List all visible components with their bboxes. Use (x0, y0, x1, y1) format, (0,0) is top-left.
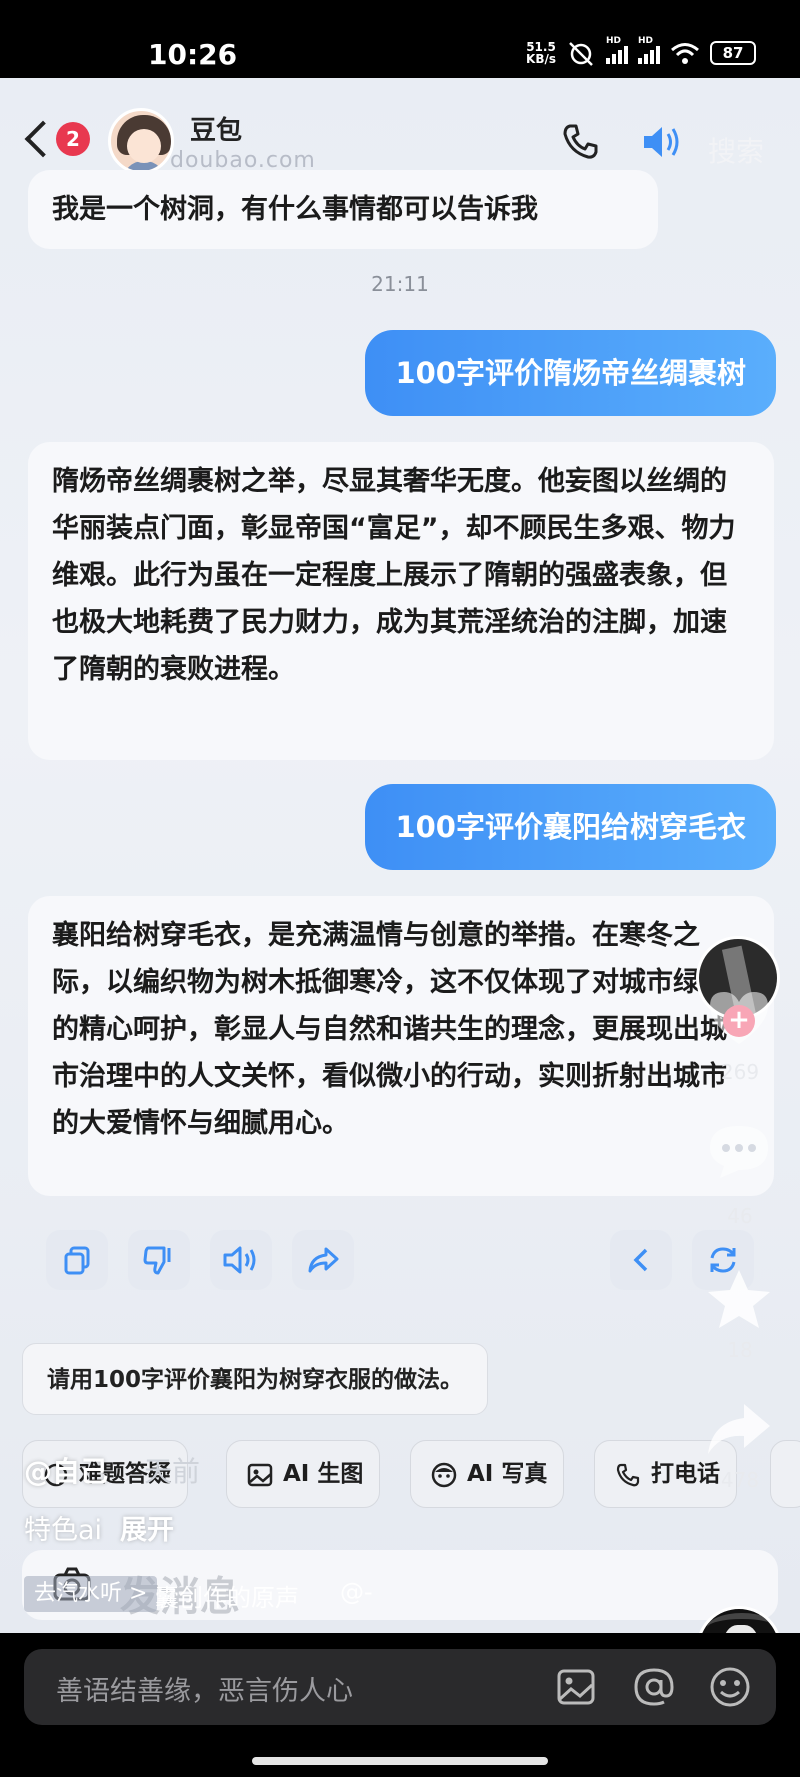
bot-reply-text: 襄阳给树穿毛衣，是充满温情与创意的举措。在寒冬之际，以编织物为树木抵御寒冷，这不… (52, 920, 727, 1139)
wifi-icon (671, 43, 699, 64)
chevron-left-icon (633, 1248, 648, 1272)
user-message-text: 100字评价襄阳给树穿毛衣 (395, 810, 746, 844)
user-message-text: 100字评价隋炀帝丝绸裹树 (395, 356, 746, 390)
image-picker-icon[interactable] (554, 1665, 598, 1709)
music-author: @- (340, 1578, 373, 1606)
comment-bar: 善语结善缘，恶言伤人心 (0, 1633, 800, 1777)
emoji-icon[interactable] (708, 1665, 752, 1709)
read-aloud-button[interactable] (210, 1230, 272, 1290)
bot-reply-2: 襄阳给树穿毛衣，是充满温情与创意的举措。在寒冬之际，以编织物为树木抵御寒冷，这不… (28, 896, 774, 1196)
favorite-count: 18 (727, 1338, 753, 1362)
image-icon (247, 1463, 273, 1487)
signal-icon-1: HD (606, 36, 628, 64)
bot-avatar[interactable] (108, 108, 174, 174)
bot-name: 豆包 (190, 116, 243, 146)
net-speed-unit: KB/s (526, 52, 556, 66)
battery-indicator: 87 (710, 41, 756, 65)
music-title[interactable]: 囊创作的原声 (155, 1578, 299, 1613)
music-app-tag[interactable]: 去汽水听 > (24, 1576, 158, 1612)
chip-label: AI 写真 (467, 1461, 548, 1487)
dislike-button[interactable] (128, 1230, 190, 1290)
status-bar: 10:26 51.5 KB/s HD HD 87 (0, 0, 800, 78)
search-button[interactable]: 搜索 (708, 130, 764, 170)
share-forward-icon[interactable] (704, 1398, 774, 1460)
comment-count: 46 (727, 1204, 753, 1228)
comment-placeholder: 善语结善缘，恶言伤人心 (56, 1676, 353, 1707)
previous-answer-button[interactable] (610, 1230, 672, 1290)
comment-input[interactable]: 善语结善缘，恶言伤人心 (24, 1649, 776, 1725)
user-message-2: 100字评价襄阳给树穿毛衣 (365, 784, 776, 870)
suggested-prompt[interactable]: 请用100字评价襄阳为树穿衣服的做法。 (22, 1343, 489, 1415)
status-icons: 51.5 KB/s HD HD 87 (526, 36, 756, 66)
video-author[interactable]: @自己 (24, 1450, 108, 1490)
share-button[interactable] (292, 1230, 354, 1290)
like-count: 269 (720, 1060, 760, 1084)
network-speed: 51.5 KB/s (526, 41, 556, 65)
hd-label-2: HD (638, 36, 654, 46)
bot-intro-bubble: 我是一个树洞，有什么事情都可以告诉我 (28, 170, 658, 249)
message-actions (46, 1230, 766, 1290)
face-icon (431, 1462, 457, 1488)
chip-ai-portrait[interactable]: AI 写真 (410, 1440, 565, 1508)
chip-label: AI 生图 (283, 1461, 364, 1487)
speaker-outline-icon (223, 1246, 256, 1274)
star-icon[interactable] (704, 1268, 774, 1330)
video-description: 特色ai 展开 (24, 1508, 174, 1547)
share-arrow-icon (308, 1247, 339, 1273)
bot-reply-1: 隋炀帝丝绸裹树之举，尽显其奢华无度。他妄图以丝绸的华丽装点门面，彰显帝国“富足”… (28, 442, 774, 760)
heart-icon[interactable] (704, 986, 774, 1048)
description-text: 特色ai (24, 1515, 103, 1546)
thumbs-down-icon (143, 1246, 171, 1275)
user-message-1: 100字评价隋炀帝丝绸裹树 (365, 330, 776, 416)
hd-label: HD (606, 36, 622, 46)
mention-icon[interactable] (632, 1665, 676, 1709)
expand-button[interactable]: 展开 (120, 1515, 174, 1546)
phone-small-icon (616, 1463, 640, 1487)
phone-icon[interactable] (560, 122, 600, 162)
alarm-off-icon (569, 42, 593, 66)
bot-intro-text: 我是一个树洞，有什么事情都可以告诉我 (52, 194, 538, 225)
comment-icon[interactable] (704, 1120, 774, 1182)
chat-timestamp: 21:11 (371, 272, 429, 296)
home-indicator[interactable] (252, 1757, 548, 1765)
speaker-icon[interactable] (640, 122, 684, 162)
share-count: 478 (720, 1468, 760, 1492)
video-time-ago: 天前 (144, 1455, 201, 1488)
copy-icon (64, 1246, 90, 1275)
chip-ai-image[interactable]: AI 生图 (226, 1440, 381, 1508)
copy-button[interactable] (46, 1230, 108, 1290)
unread-badge: 2 (56, 122, 90, 156)
signal-icon-2: HD (638, 36, 660, 64)
bot-reply-text: 隋炀帝丝绸裹树之举，尽显其奢华无度。他妄图以丝绸的华丽装点门面，彰显帝国“富足”… (52, 466, 736, 685)
chat-screen: 2 豆包 doubao.com 搜索 我是一个树洞，有什么事情都可以告诉我 21… (0, 78, 800, 1633)
status-time: 10:26 (148, 38, 238, 71)
